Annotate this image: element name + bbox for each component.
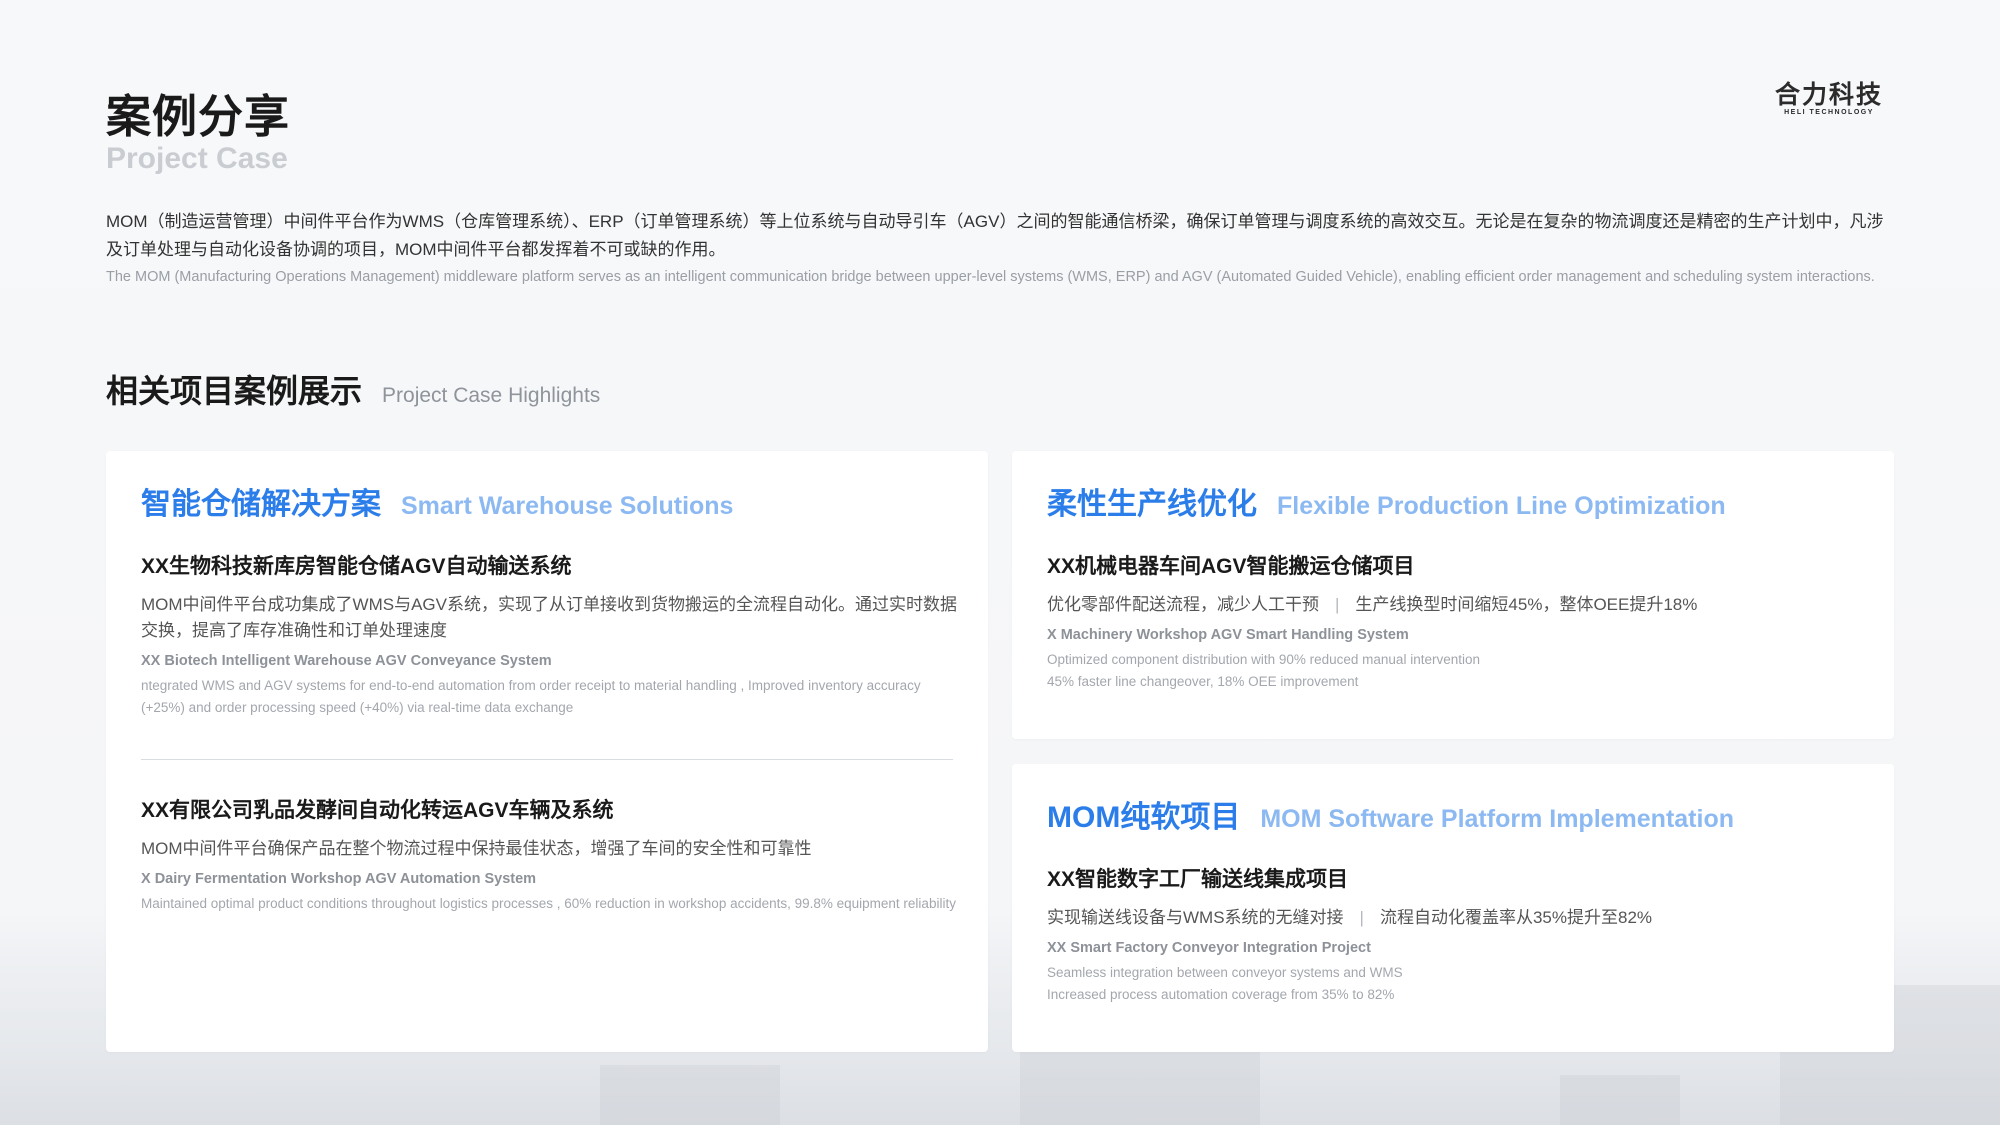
project-title-en: XX Biotech Intelligent Warehouse AGV Con…: [141, 653, 552, 669]
logo-text-en: HELI TECHNOLOGY: [1784, 109, 1874, 116]
project-description-en-line: Seamless integration between conveyor sy…: [1047, 965, 1403, 980]
project-item: XX有限公司乳品发酵间自动化转运AGV车辆及系统 MOM中间件平台确保产品在整个…: [141, 796, 959, 915]
page-subtitle: Project Case: [106, 142, 288, 175]
project-item: XX智能数字工厂输送线集成项目 实现输送线设备与WMS系统的无缝对接 | 流程自动化…: [1047, 865, 1865, 1006]
page-title: 案例分享: [106, 91, 291, 142]
project-title-en: XX Smart Factory Conveyor Integration Pr…: [1047, 940, 1371, 956]
section-title-en: Project Case Highlights: [382, 384, 601, 407]
project-title: XX有限公司乳品发酵间自动化转运AGV车辆及系统: [141, 799, 614, 822]
project-description-en: ntegrated WMS and AGV systems for end-to…: [141, 678, 921, 715]
project-description-part: 优化零部件配送流程，减少人工干预: [1047, 595, 1319, 614]
card-title-cn: MOM纯软项目: [1047, 801, 1241, 834]
card-title-en: Flexible Production Line Optimization: [1277, 492, 1726, 520]
project-description: MOM中间件平台确保产品在整个物流过程中保持最佳状态，增强了车间的安全性和可靠性: [141, 839, 812, 858]
project-item: XX机械电器车间AGV智能搬运仓储项目 优化零部件配送流程，减少人工干预 | 生产线…: [1047, 552, 1865, 693]
project-description: MOM中间件平台成功集成了WMS与AGV系统，实现了从订单接收到货物搬运的全流程…: [141, 595, 957, 640]
separator: |: [1335, 595, 1340, 614]
project-description-en-line: 45% faster line changeover, 18% OEE impr…: [1047, 674, 1359, 689]
project-description-en-line: Optimized component distribution with 90…: [1047, 652, 1480, 667]
project-title: XX智能数字工厂输送线集成项目: [1047, 868, 1349, 891]
project-description-en: Maintained optimal product conditions th…: [141, 896, 956, 911]
section-title-cn: 相关项目案例展示: [106, 373, 363, 409]
card-header: 智能仓储解决方案 Smart Warehouse Solutions: [141, 479, 733, 523]
project-description-part: 流程自动化覆盖率从35%提升至82%: [1379, 908, 1653, 927]
separator: |: [1359, 908, 1364, 927]
project-title-en: X Machinery Workshop AGV Smart Handling …: [1047, 627, 1409, 643]
intro-text-en: The MOM (Manufacturing Operations Manage…: [106, 269, 1875, 285]
project-description-en: Optimized component distribution with 90…: [1047, 649, 1865, 693]
card-title-cn: 柔性生产线优化: [1047, 488, 1257, 521]
section-heading: 相关项目案例展示 Project Case Highlights: [106, 366, 600, 412]
project-description-part: 实现输送线设备与WMS系统的无缝对接: [1047, 908, 1344, 927]
project-description-en: Seamless integration between conveyor sy…: [1047, 962, 1865, 1006]
card-title-en: MOM Software Platform Implementation: [1260, 805, 1734, 833]
case-card-flexible-production: 柔性生产线优化 Flexible Production Line Optimiz…: [1012, 451, 1894, 739]
project-description: 优化零部件配送流程，减少人工干预 | 生产线换型时间缩短45%，整体OEE提升18%: [1047, 592, 1865, 618]
project-description: 实现输送线设备与WMS系统的无缝对接 | 流程自动化覆盖率从35%提升至82%: [1047, 905, 1865, 931]
card-title-cn: 智能仓储解决方案: [141, 488, 381, 521]
project-title: XX生物科技新库房智能仓储AGV自动输送系统: [141, 555, 572, 578]
card-header: MOM纯软项目 MOM Software Platform Implementa…: [1047, 792, 1734, 836]
project-item: XX生物科技新库房智能仓储AGV自动输送系统 MOM中间件平台成功集成了WMS与…: [141, 552, 959, 719]
card-title-en: Smart Warehouse Solutions: [401, 492, 734, 520]
logo-text-cn: 合力科技: [1774, 81, 1883, 109]
card-header: 柔性生产线优化 Flexible Production Line Optimiz…: [1047, 479, 1726, 523]
company-logo: 合力科技 HELI TECHNOLOGY: [1764, 82, 1894, 117]
divider: [141, 759, 953, 760]
case-card-smart-warehouse: 智能仓储解决方案 Smart Warehouse Solutions XX生物科…: [106, 451, 988, 1052]
project-title: XX机械电器车间AGV智能搬运仓储项目: [1047, 555, 1415, 578]
intro-text-cn: MOM（制造运营管理）中间件平台作为WMS（仓库管理系统）、ERP（订单管理系统…: [106, 212, 1884, 259]
project-title-en: X Dairy Fermentation Workshop AGV Automa…: [141, 871, 537, 887]
case-card-mom-software: MOM纯软项目 MOM Software Platform Implementa…: [1012, 764, 1894, 1052]
project-description-en-line: Increased process automation coverage fr…: [1047, 987, 1395, 1002]
project-description-part: 生产线换型时间缩短45%，整体OEE提升18%: [1355, 595, 1698, 614]
